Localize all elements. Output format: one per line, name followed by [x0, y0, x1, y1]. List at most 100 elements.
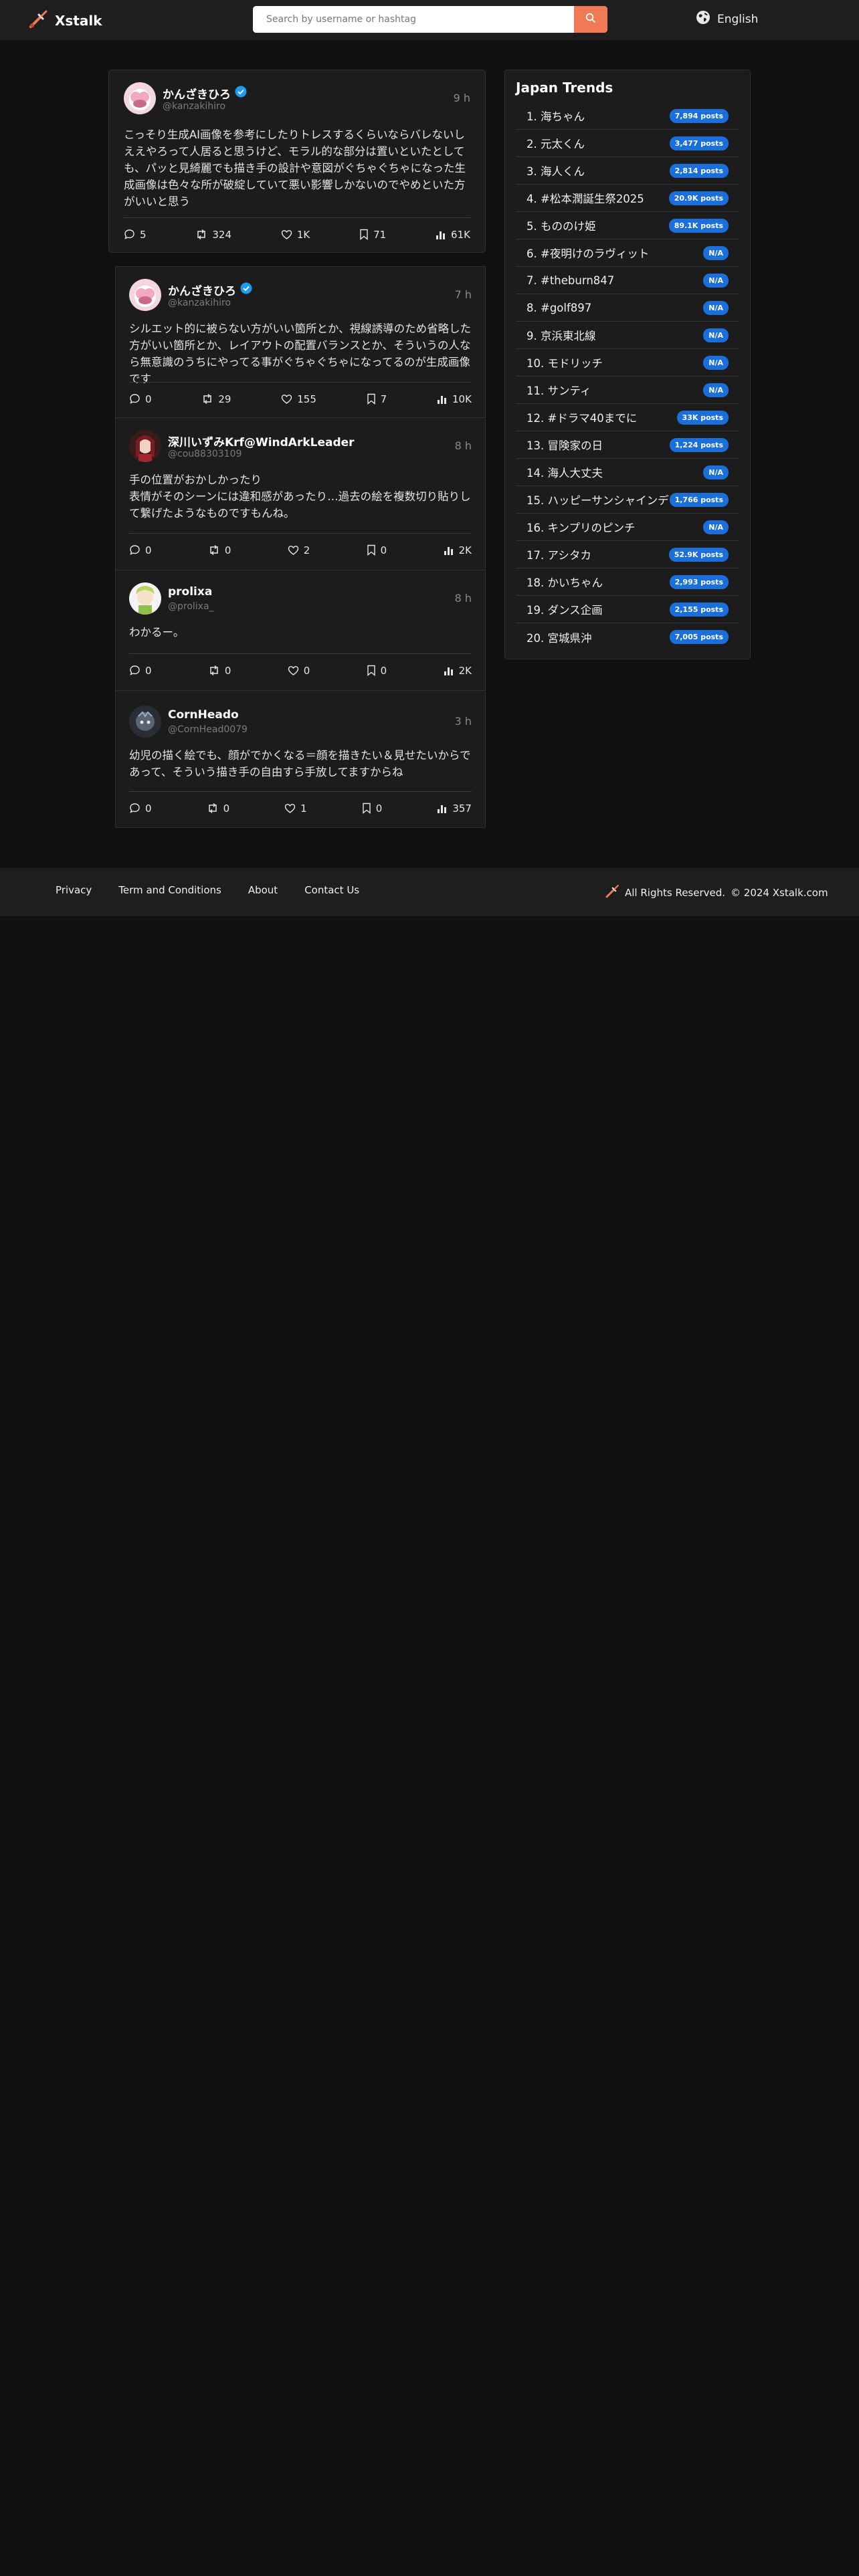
reply-item[interactable]: 深川いずみKrf@WindArkLeader @cou88303109 8 h … — [116, 417, 485, 570]
reply-button[interactable]: 0 — [129, 665, 152, 677]
footer-link-contact[interactable]: Contact Us — [304, 884, 359, 896]
footer-link-about[interactable]: About — [248, 884, 278, 896]
reply-count: 0 — [145, 802, 152, 815]
avatar[interactable] — [124, 82, 156, 114]
bookmark-button[interactable]: 0 — [362, 802, 382, 815]
brand-logo[interactable]: Xstalk — [28, 9, 102, 32]
avatar[interactable] — [129, 430, 161, 462]
post-count-badge: N/A — [703, 520, 729, 534]
author-handle[interactable]: @kanzakihiro — [163, 101, 225, 112]
main-post[interactable]: かんざきひろ @kanzakihiro 9 h こっそり生成AI画像を参考にした… — [108, 70, 486, 253]
author-name[interactable]: CornHeado — [168, 708, 239, 722]
trend-item[interactable]: 16. キンプリのピンチ N/A — [516, 514, 739, 541]
like-button[interactable]: 2 — [288, 544, 310, 556]
like-button[interactable]: 1 — [284, 802, 307, 815]
author-handle[interactable]: @kanzakihiro — [168, 298, 231, 308]
trend-item[interactable]: 4. #松本潤誕生祭2025 20.9K posts — [516, 185, 739, 212]
post-count-badge: 2,155 posts — [669, 602, 729, 617]
search-button[interactable] — [574, 6, 607, 33]
retweet-button[interactable]: 0 — [208, 665, 231, 677]
trend-item[interactable]: 15. ハッピーサンシャインデー 1,766 posts — [516, 486, 739, 514]
reply-button[interactable]: 5 — [124, 229, 147, 241]
bookmark-button[interactable]: 7 — [367, 393, 387, 405]
sword-logo-icon — [605, 884, 619, 901]
author-handle[interactable]: @prolixa_ — [168, 601, 214, 612]
trend-item[interactable]: 12. #ドラマ40までに 33K posts — [516, 404, 739, 431]
reply-header: 深川いずみKrf@WindArkLeader @cou88303109 8 h — [129, 430, 472, 467]
post-actions: 0 0 1 0 357 — [129, 791, 472, 825]
trend-item[interactable]: 9. 京浜東北線 N/A — [516, 322, 739, 349]
trend-item[interactable]: 1. 海ちゃん 7,894 posts — [516, 102, 739, 130]
author-name[interactable]: かんざきひろ — [168, 282, 236, 298]
author-name[interactable]: 深川いずみKrf@WindArkLeader — [168, 433, 355, 449]
post-count-badge: 1,766 posts — [669, 492, 729, 507]
bookmark-button[interactable]: 71 — [359, 229, 386, 241]
retweet-button[interactable]: 0 — [207, 802, 229, 815]
trend-name: 20. 宮城県沖 — [527, 631, 592, 645]
bar-chart-icon — [437, 394, 448, 405]
views-stat: 2K — [444, 544, 472, 556]
avatar[interactable] — [129, 706, 161, 738]
view-count: 61K — [451, 228, 470, 241]
search-input[interactable] — [253, 6, 574, 33]
trend-item[interactable]: 6. #夜明けのラヴィット N/A — [516, 239, 739, 267]
reply-button[interactable]: 0 — [129, 544, 152, 556]
like-count: 2 — [303, 544, 310, 556]
like-button[interactable]: 0 — [288, 665, 310, 677]
trends-panel: Japan Trends 1. 海ちゃん 7,894 posts 2. 元太くん 3… — [504, 70, 751, 659]
post-text: わかるー。 — [129, 626, 185, 639]
reply-item[interactable]: prolixa @prolixa_ 8 h わかるー。 0 0 0 0 2K — [116, 570, 485, 690]
post-time: 8 h — [454, 592, 472, 605]
author-name-row: かんざきひろ — [163, 85, 247, 102]
trend-item[interactable]: 13. 冒険家の日 1,224 posts — [516, 431, 739, 459]
post-count-badge: N/A — [703, 273, 729, 288]
trend-item[interactable]: 11. サンティ N/A — [516, 377, 739, 404]
reply-button[interactable]: 0 — [129, 393, 152, 405]
retweet-button[interactable]: 29 — [201, 393, 231, 405]
footer-link-terms[interactable]: Term and Conditions — [118, 884, 221, 896]
trend-item[interactable]: 18. かいちゃん 2,993 posts — [516, 568, 739, 596]
author-name[interactable]: かんざきひろ — [163, 85, 231, 102]
language-selector[interactable]: English — [696, 10, 758, 28]
trend-item[interactable]: 17. アシタカ 52.9K posts — [516, 541, 739, 568]
trend-item[interactable]: 3. 海人くん 2,814 posts — [516, 157, 739, 185]
post-actions: 0 0 0 0 2K — [129, 653, 472, 687]
bookmark-button[interactable]: 0 — [367, 544, 387, 556]
author-handle[interactable]: @cou88303109 — [168, 449, 242, 459]
reply-button[interactable]: 0 — [129, 802, 152, 815]
trend-item[interactable]: 14. 海人大丈夫 N/A — [516, 459, 739, 486]
trend-item[interactable]: 7. #theburn847 N/A — [516, 267, 739, 294]
heart-icon — [288, 545, 299, 556]
retweet-icon — [208, 665, 220, 676]
post-count-badge: N/A — [703, 245, 729, 260]
reply-item[interactable]: CornHeado @CornHead0079 3 h 幼児の描く絵でも、顔がで… — [116, 690, 485, 827]
trend-name: 14. 海人大丈夫 — [527, 467, 603, 479]
avatar[interactable] — [129, 279, 161, 311]
reply-item[interactable]: かんざきひろ @kanzakihiro 7 h シルエット的に被らない方がいい箇… — [116, 267, 485, 417]
like-button[interactable]: 155 — [281, 393, 316, 405]
trend-item[interactable]: 8. #golf897 N/A — [516, 294, 739, 322]
author-name-row: CornHeado — [168, 708, 239, 722]
trend-item[interactable]: 5. もののけ姫 89.1K posts — [516, 212, 739, 239]
view-count: 357 — [452, 802, 472, 815]
retweet-button[interactable]: 0 — [208, 544, 231, 556]
comment-icon — [129, 393, 140, 405]
like-count: 1K — [296, 228, 310, 241]
avatar[interactable] — [129, 582, 161, 615]
trend-item[interactable]: 20. 宮城県沖 7,005 posts — [516, 623, 739, 651]
like-count: 1 — [300, 802, 307, 815]
trend-item[interactable]: 2. 元太くん 3,477 posts — [516, 130, 739, 157]
post-count-badge: 7,894 posts — [669, 108, 729, 123]
retweet-button[interactable]: 324 — [195, 229, 231, 241]
author-name[interactable]: prolixa — [168, 585, 212, 599]
bookmark-button[interactable]: 0 — [367, 665, 387, 677]
like-button[interactable]: 1K — [281, 229, 310, 241]
retweet-icon — [208, 544, 220, 556]
trend-item[interactable]: 10. モドリッチ N/A — [516, 349, 739, 377]
view-count: 2K — [458, 664, 472, 677]
post-count-badge: 2,993 posts — [669, 574, 729, 589]
footer-link-privacy[interactable]: Privacy — [56, 884, 92, 896]
trend-name: 6. #夜明けのラヴィット — [527, 247, 650, 260]
trend-item[interactable]: 19. ダンス企画 2,155 posts — [516, 596, 739, 623]
author-handle[interactable]: @CornHead0079 — [168, 724, 248, 735]
